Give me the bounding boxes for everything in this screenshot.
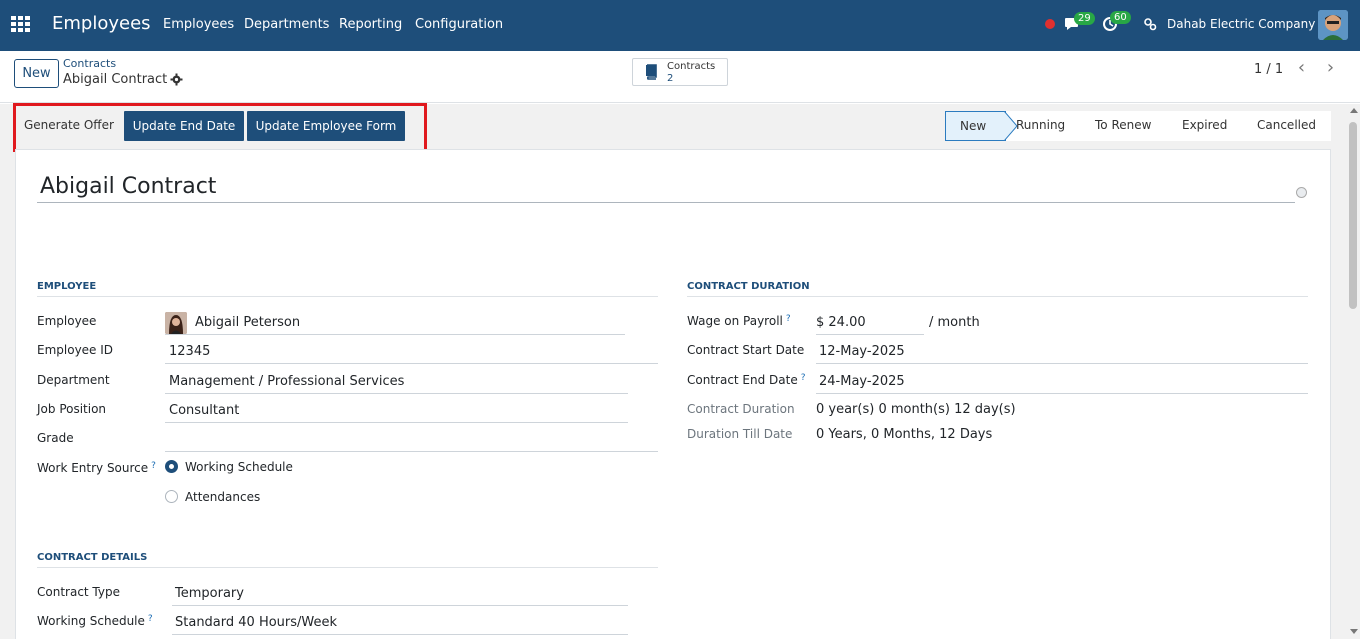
working-schedule-label: Working Schedule? (37, 614, 153, 628)
help-tooltip-icon[interactable]: ? (151, 461, 156, 471)
menu-reporting[interactable]: Reporting (339, 17, 402, 32)
field-underline (165, 334, 625, 335)
field-underline (165, 363, 658, 364)
employee-id-label: Employee ID (37, 343, 114, 357)
wage-unit: / month (929, 315, 980, 330)
employee-id-field[interactable]: 12345 (169, 344, 210, 359)
company-name[interactable]: Dahab Electric Company (1167, 17, 1315, 31)
contract-duration-value: 0 year(s) 0 month(s) 12 day(s) (816, 402, 1016, 417)
field-underline (172, 634, 628, 635)
field-underline (165, 451, 658, 452)
duration-till-date-value: 0 Years, 0 Months, 12 Days (816, 427, 993, 442)
contract-start-label: Contract Start Date (687, 343, 805, 357)
field-underline (165, 393, 628, 394)
gear-icon[interactable] (170, 73, 183, 86)
menu-departments[interactable]: Departments (244, 17, 329, 32)
job-position-field[interactable]: Consultant (169, 403, 239, 418)
top-navbar: Employees Employees Departments Reportin… (0, 0, 1360, 51)
activity-clock-icon[interactable]: 60 (1102, 11, 1131, 32)
section-divider (37, 296, 658, 297)
stage-to-renew[interactable]: To Renew (1095, 111, 1151, 141)
messages-count-badge: 29 (1074, 12, 1095, 25)
department-label: Department (37, 373, 110, 387)
contract-start-field[interactable]: 12-May-2025 (819, 344, 905, 359)
stage-expired[interactable]: Expired (1182, 111, 1227, 141)
chat-icon[interactable]: 29 (1064, 12, 1095, 32)
radio-working-schedule[interactable] (165, 460, 178, 473)
company-switch-icon[interactable] (1143, 17, 1157, 31)
contract-end-field[interactable]: 24-May-2025 (819, 374, 905, 389)
book-icon (643, 64, 659, 80)
help-tooltip-icon[interactable]: ? (786, 314, 791, 324)
help-tooltip-icon[interactable]: ? (148, 614, 153, 624)
wage-field[interactable]: $ 24.00 (816, 315, 866, 330)
section-divider (37, 567, 658, 568)
smart-button-label: Contracts (667, 61, 716, 72)
radio-attendances-label[interactable]: Attendances (185, 490, 260, 504)
help-tooltip-icon[interactable]: ? (801, 373, 806, 383)
radio-attendances[interactable] (165, 490, 178, 503)
app-title[interactable]: Employees (52, 13, 151, 34)
contract-title[interactable]: Abigail Contract (40, 174, 216, 199)
scrollbar-thumb[interactable] (1349, 122, 1357, 309)
control-panel: New Contracts Abigail Contract Contracts… (0, 51, 1360, 103)
stage-pipeline: New Running To Renew Expired Cancelled (945, 111, 1331, 141)
apps-grid-icon[interactable] (11, 16, 30, 32)
employee-field[interactable]: Abigail Peterson (195, 315, 300, 330)
contract-type-field[interactable]: Temporary (175, 586, 244, 601)
field-underline (165, 422, 628, 423)
section-employee-title: EMPLOYEE (37, 281, 97, 292)
grade-label: Grade (37, 431, 74, 445)
breadcrumb-current: Abigail Contract (63, 72, 168, 87)
record-indicator-icon[interactable] (1045, 19, 1055, 29)
form-sheet (15, 149, 1331, 639)
working-schedule-field[interactable]: Standard 40 Hours/Week (175, 615, 337, 630)
title-underline (37, 202, 1295, 203)
radio-working-schedule-label[interactable]: Working Schedule (185, 460, 293, 474)
field-underline (816, 334, 924, 335)
employee-label: Employee (37, 314, 97, 328)
smart-button-value: 2 (667, 73, 674, 84)
pager-next-icon[interactable]: › (1317, 58, 1344, 80)
breadcrumb-contracts[interactable]: Contracts (63, 57, 116, 70)
contract-duration-label: Contract Duration (687, 402, 795, 416)
highlight-annotation (13, 103, 427, 152)
field-underline (816, 363, 1308, 364)
section-contract-duration-title: CONTRACT DURATION (687, 281, 810, 292)
wage-label: Wage on Payroll? (687, 314, 791, 328)
scroll-down-icon[interactable] (1350, 629, 1358, 634)
stage-running[interactable]: Running (1016, 111, 1065, 141)
pager-previous-icon[interactable]: ‹ (1288, 58, 1315, 80)
section-divider (687, 296, 1308, 297)
contracts-smart-button[interactable]: Contracts 2 (632, 58, 728, 86)
work-entry-source-label: Work Entry Source? (37, 461, 156, 475)
scroll-up-icon[interactable] (1350, 108, 1358, 113)
field-underline (816, 393, 1308, 394)
user-avatar[interactable] (1318, 10, 1348, 40)
employee-avatar (165, 312, 187, 334)
duration-till-date-label: Duration Till Date (687, 427, 793, 441)
kanban-state-icon[interactable] (1296, 187, 1307, 198)
field-underline (172, 605, 628, 606)
job-position-label: Job Position (37, 402, 107, 416)
pager-value[interactable]: 1 / 1 (1254, 62, 1283, 77)
menu-employees[interactable]: Employees (163, 17, 234, 32)
new-button[interactable]: New (14, 59, 59, 88)
contract-end-label: Contract End Date? (687, 373, 806, 387)
contract-type-label: Contract Type (37, 585, 120, 599)
menu-configuration[interactable]: Configuration (415, 17, 503, 32)
department-field[interactable]: Management / Professional Services (169, 374, 404, 389)
activities-count-badge: 60 (1110, 11, 1131, 24)
section-contract-details-title: CONTRACT DETAILS (37, 552, 148, 563)
stage-cancelled[interactable]: Cancelled (1257, 111, 1316, 141)
stage-new[interactable]: New (945, 111, 1006, 141)
